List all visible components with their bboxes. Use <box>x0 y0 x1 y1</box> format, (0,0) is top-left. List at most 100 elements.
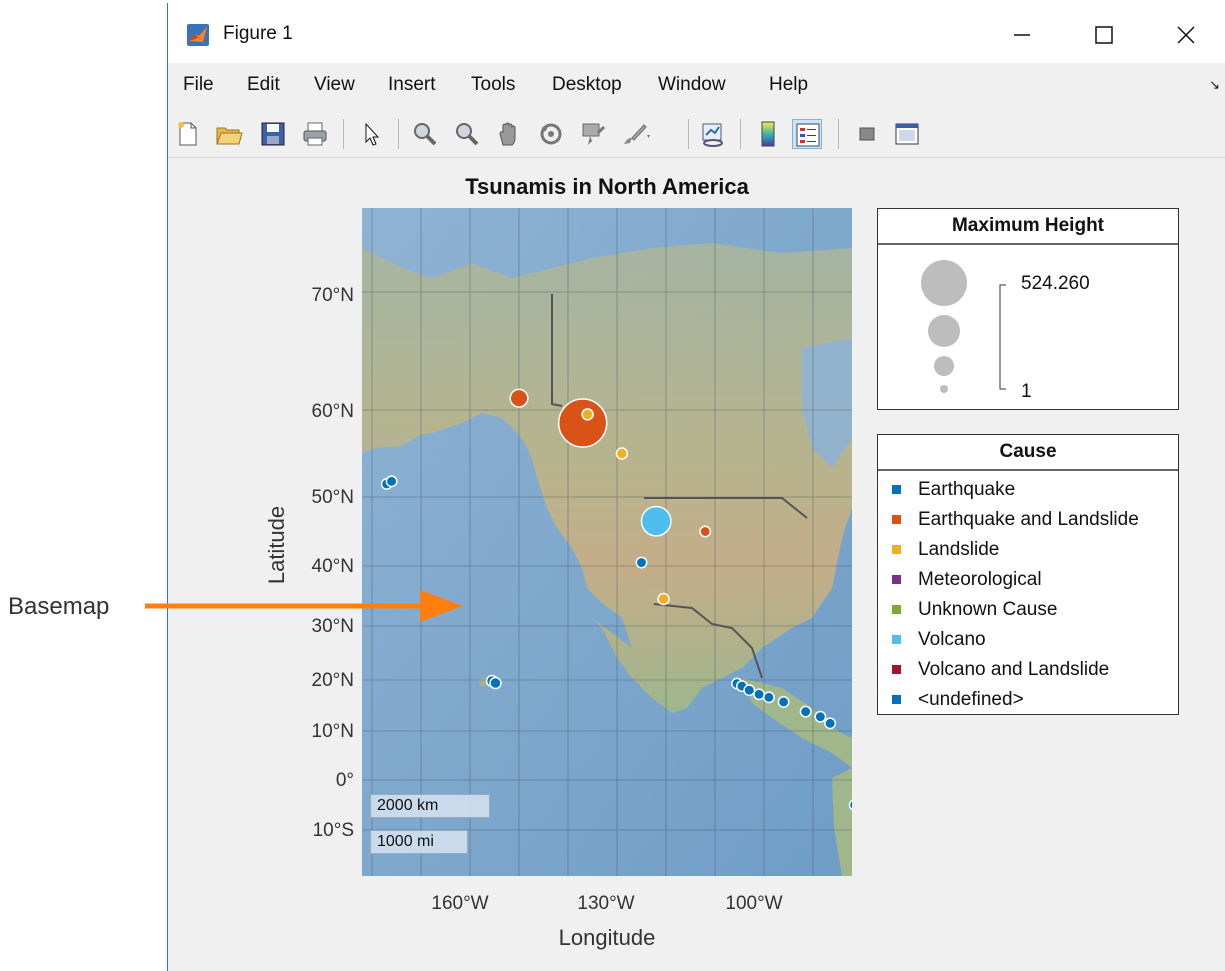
cause-legend-item[interactable]: Meteorological <box>878 567 1178 597</box>
cause-legend-title: Cause <box>878 435 1178 471</box>
menu-tools[interactable]: Tools <box>471 74 515 96</box>
tsunami-marker[interactable] <box>557 398 608 448</box>
brush-button[interactable] <box>620 119 650 149</box>
cause-legend-item[interactable]: Earthquake and Landslide <box>878 507 1178 537</box>
hide-tools-icon <box>859 127 875 141</box>
tsunami-marker[interactable] <box>743 684 756 697</box>
pan-button[interactable] <box>494 119 524 149</box>
basemap-annotation: Basemap <box>8 593 110 620</box>
link-plot-button[interactable] <box>698 119 728 149</box>
pointer-icon <box>365 122 380 146</box>
colorbar-button[interactable] <box>753 119 783 149</box>
size-bubble-tiny <box>940 385 948 393</box>
cause-legend-item[interactable]: Landslide <box>878 537 1178 567</box>
cause-legend[interactable]: Cause Earthquake Earthquake and Landslide… <box>877 434 1179 715</box>
menu-help[interactable]: Help <box>769 74 808 96</box>
cause-swatch <box>892 665 901 674</box>
size-bubble-medium <box>928 315 960 347</box>
tsunami-marker[interactable] <box>777 695 790 708</box>
cause-label: Volcano and Landslide <box>918 659 1110 680</box>
new-figure-button[interactable] <box>172 119 202 149</box>
annotation-arrow-icon <box>145 590 463 622</box>
window-title: Figure 1 <box>223 23 293 44</box>
cause-legend-item[interactable]: Volcano and Landslide <box>878 657 1178 687</box>
tsunami-marker[interactable] <box>615 447 629 460</box>
size-bubble-small <box>934 356 954 376</box>
tsunami-marker[interactable] <box>762 691 775 704</box>
toolbar-separator <box>740 119 741 149</box>
colorbar-icon <box>761 121 775 147</box>
open-file-icon <box>216 127 243 145</box>
tsunami-marker[interactable] <box>640 505 672 537</box>
rotate-icon <box>540 123 562 145</box>
toolbar <box>168 111 1225 158</box>
size-bracket <box>999 284 1006 390</box>
tsunami-marker[interactable] <box>509 388 529 408</box>
close-icon <box>1177 26 1195 44</box>
tsunami-marker[interactable] <box>581 408 594 421</box>
cause-swatch <box>892 545 901 554</box>
cause-legend-item[interactable]: Unknown Cause <box>878 597 1178 627</box>
tsunami-marker[interactable] <box>699 525 712 538</box>
scalebar-km: 2000 km <box>370 794 490 818</box>
save-button[interactable] <box>258 119 288 149</box>
tsunami-marker[interactable] <box>814 710 827 723</box>
lat-tick-70n: 70°N <box>311 285 354 306</box>
menu-window[interactable]: Window <box>658 74 726 96</box>
hide-tools-button[interactable] <box>852 119 882 149</box>
legend-icon <box>796 123 820 147</box>
toolbar-separator <box>688 119 689 149</box>
tsunami-marker[interactable] <box>385 475 398 488</box>
open-file-button[interactable] <box>214 119 244 149</box>
size-bubble-large <box>921 260 967 306</box>
maximize-button[interactable] <box>1076 17 1132 53</box>
zoom-out-button[interactable] <box>452 119 482 149</box>
lon-tick-100w: 100°W <box>725 893 783 914</box>
cause-label: <undefined> <box>918 689 1024 710</box>
cause-legend-list: Earthquake Earthquake and Landslide Landsl… <box>878 471 1178 717</box>
toolbar-separator <box>343 119 344 149</box>
hawaii <box>479 678 487 686</box>
cause-legend-item[interactable]: Volcano <box>878 627 1178 657</box>
pan-icon <box>499 122 516 146</box>
legend-button[interactable] <box>792 119 822 149</box>
maximize-icon <box>1095 26 1113 44</box>
tsunami-marker[interactable] <box>753 688 766 701</box>
menu-edit[interactable]: Edit <box>247 74 280 96</box>
print-icon <box>303 122 327 146</box>
pointer-button[interactable] <box>356 119 386 149</box>
data-cursor-button[interactable] <box>578 119 608 149</box>
lat-tick-0: 0° <box>335 770 354 791</box>
cause-swatch <box>892 485 901 494</box>
dock-arrow-icon[interactable]: ↘ <box>1209 77 1220 93</box>
minimize-button[interactable] <box>994 17 1050 53</box>
size-min-label: 1 <box>1021 381 1032 402</box>
size-legend-title: Maximum Height <box>878 209 1178 245</box>
show-tools-button[interactable] <box>892 119 922 149</box>
rotate-button[interactable] <box>536 119 566 149</box>
print-button[interactable] <box>300 119 330 149</box>
cause-legend-item[interactable]: <undefined> <box>878 687 1178 717</box>
menu-view[interactable]: View <box>314 74 355 96</box>
link-plot-icon <box>702 123 723 147</box>
close-button[interactable] <box>1158 17 1214 53</box>
tsunami-marker[interactable] <box>824 717 837 730</box>
menu-desktop[interactable]: Desktop <box>552 74 622 96</box>
tsunami-marker[interactable] <box>657 592 670 606</box>
size-max-label: 524.260 <box>1021 273 1090 294</box>
tsunami-marker[interactable] <box>799 705 812 718</box>
menu-insert[interactable]: Insert <box>388 74 436 96</box>
save-icon <box>261 122 285 146</box>
tsunami-marker[interactable] <box>635 556 648 569</box>
cause-legend-item[interactable]: Earthquake <box>878 477 1178 507</box>
brush-icon <box>624 124 650 144</box>
cause-label: Earthquake and Landslide <box>918 509 1139 530</box>
toolbar-separator <box>398 119 399 149</box>
basemap-axes[interactable] <box>362 208 852 876</box>
cause-swatch <box>892 575 901 584</box>
menu-file[interactable]: File <box>183 74 214 96</box>
tsunami-marker[interactable] <box>489 676 502 690</box>
size-legend[interactable]: Maximum Height 524.260 1 <box>877 208 1179 410</box>
zoom-in-button[interactable] <box>410 119 440 149</box>
chart-title: Tsunamis in North America <box>465 174 749 199</box>
